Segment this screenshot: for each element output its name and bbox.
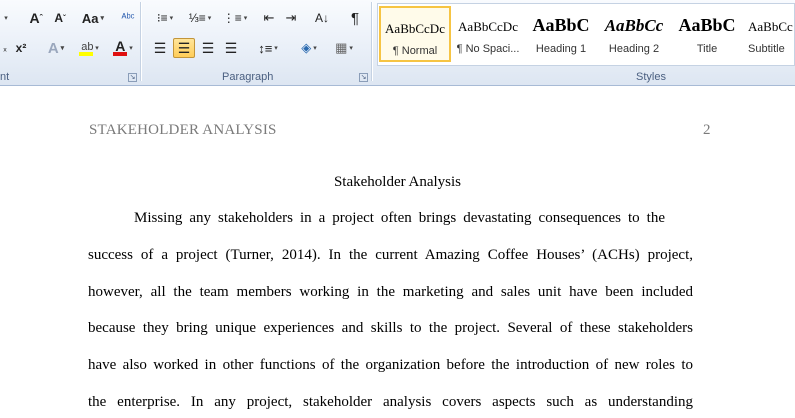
style-name: ¶ No Spaci... [456, 43, 520, 55]
show-formatting-marks-icon[interactable]: ¶ [345, 8, 365, 28]
font-size-dropdown-icon[interactable]: ▾ [0, 8, 10, 28]
shrink-font-icon[interactable]: Aˇ [50, 8, 70, 28]
grow-font-icon[interactable]: Aˆ [25, 8, 47, 28]
body-text-line: Missing any stakeholders in a project of… [134, 210, 665, 226]
style-preview: AaBbCcDc [385, 21, 445, 36]
body-text-line: success of a project (Turner, 2014). In … [88, 247, 693, 263]
increase-indent-icon[interactable]: ⇥ [281, 8, 301, 28]
font-group-label: nt [0, 71, 10, 83]
line-spacing-icon[interactable]: ↕≡ ▾ [255, 38, 281, 58]
style-heading-1[interactable]: AaBbC Heading 1 [525, 6, 597, 62]
highlight-color-icon[interactable]: ab ▾ [74, 38, 104, 58]
group-divider [140, 2, 142, 81]
style-no-spacing[interactable]: AaBbCcDc ¶ No Spaci... [452, 6, 524, 62]
font-color-icon[interactable]: A ▾ [108, 38, 138, 58]
sort-icon[interactable]: A↓ [312, 8, 332, 28]
style-heading-2[interactable]: AaBbCc Heading 2 [598, 6, 670, 62]
style-name: Title [696, 43, 718, 55]
body-text-line: because they bring unique experiences an… [88, 320, 693, 336]
multilevel-list-icon[interactable]: ⋮≡ ▾ [220, 8, 250, 28]
style-title[interactable]: AaBbC Title [671, 6, 743, 62]
document-page[interactable]: STAKEHOLDER ANALYSIS 2 Stakeholder Analy… [0, 86, 795, 418]
bullets-icon[interactable]: ⁝≡ ▾ [150, 8, 180, 28]
page-number: 2 [703, 122, 711, 138]
superscript-icon[interactable]: x² [12, 38, 30, 58]
font-dialog-launcher-icon[interactable]: ↘ [128, 73, 137, 82]
style-name: Heading 1 [535, 43, 587, 55]
text-effects-icon[interactable]: A ▾ [42, 38, 70, 58]
paragraph-group-label: Paragraph [222, 71, 274, 83]
subscript-icon[interactable]: ₓ [0, 38, 10, 58]
styles-group-label: Styles [636, 71, 666, 83]
align-right-icon[interactable]: ☰ [198, 38, 218, 58]
clear-formatting-icon[interactable]: ᴬᵇᶜ [117, 8, 139, 28]
style-name: Heading 2 [608, 43, 660, 55]
body-text-line: however, all the team members working in… [88, 284, 693, 300]
shading-icon[interactable]: ◈ ▾ [295, 38, 323, 58]
body-text-line: have also worked in other functions of t… [88, 357, 693, 373]
borders-icon[interactable]: ▦ ▾ [330, 38, 358, 58]
justify-icon[interactable]: ☰ [221, 38, 241, 58]
align-left-icon[interactable]: ☰ [150, 38, 170, 58]
style-name: Subtitle [748, 43, 785, 55]
styles-gallery: AaBbCcDc ¶ Normal AaBbCcDc ¶ No Spaci...… [377, 3, 795, 66]
ribbon: ▾ Aˆ Aˇ Aa ▾ ᴬᵇᶜ ₓ x² A ▾ ab ▾ A ▾ nt ↘ ⁝≡… [0, 0, 795, 86]
decrease-indent-icon[interactable]: ⇤ [259, 8, 279, 28]
style-preview: AaBbCc [748, 19, 793, 34]
style-preview: AaBbC [678, 15, 736, 35]
style-normal[interactable]: AaBbCcDc ¶ Normal [379, 6, 451, 62]
align-center-icon[interactable]: ☰ [173, 38, 195, 58]
style-name: ¶ Normal [392, 45, 438, 57]
paragraph-dialog-launcher-icon[interactable]: ↘ [359, 73, 368, 82]
style-preview: AaBbCc [604, 16, 664, 35]
style-preview: AaBbCcDc [458, 19, 518, 34]
body-text-line: the enterprise. In any project, stakehol… [88, 394, 693, 410]
numbering-icon[interactable]: ⅓≡ ▾ [185, 8, 215, 28]
running-header: STAKEHOLDER ANALYSIS [89, 122, 277, 138]
group-divider [371, 2, 373, 81]
style-preview: AaBbC [532, 15, 590, 35]
style-subtitle[interactable]: AaBbCc Subtitle [744, 6, 795, 62]
document-title: Stakeholder Analysis [333, 174, 462, 190]
change-case-icon[interactable]: Aa ▾ [78, 8, 108, 28]
